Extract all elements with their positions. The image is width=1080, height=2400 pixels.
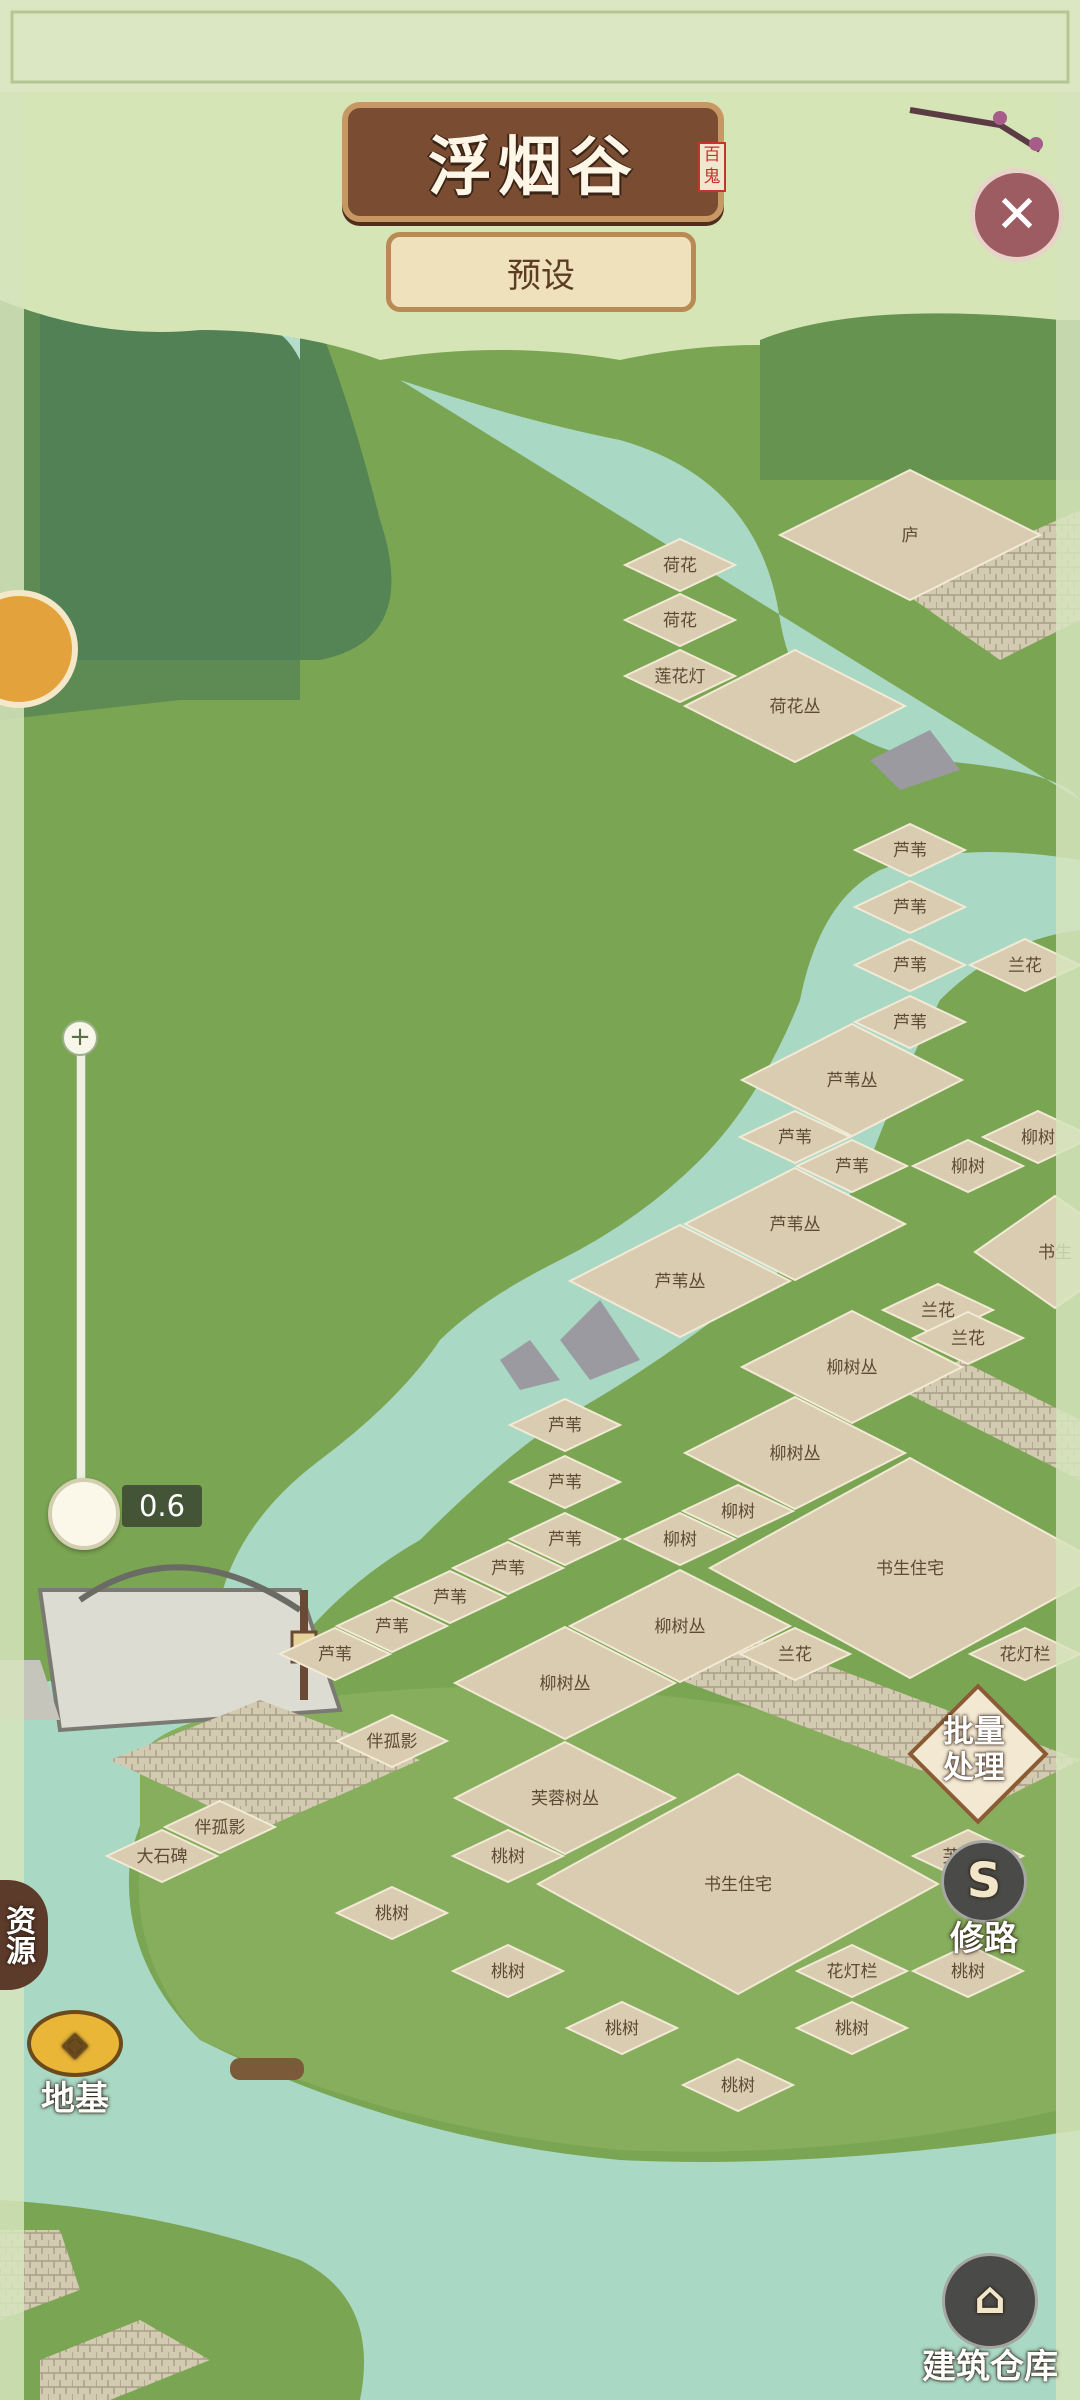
plot-label: 柳树	[663, 1530, 697, 1550]
plot-label: 兰花	[921, 1301, 955, 1321]
plot-label: 荷花丛	[770, 697, 821, 717]
top-frame	[0, 0, 1080, 92]
close-button[interactable]: ✕	[970, 168, 1064, 262]
plot-label: 书生住宅	[704, 1875, 772, 1895]
plot-label: 芦苇	[893, 1013, 927, 1033]
plot-label: 芦苇	[893, 956, 927, 976]
plum-blossom	[1029, 137, 1043, 151]
building-icon: ⌂	[942, 2252, 1038, 2349]
warehouse-label: 建筑仓库	[922, 2346, 1058, 2387]
resources-label: 资源	[0, 1905, 35, 1965]
plot-label: 芦苇	[491, 1559, 525, 1579]
plot-label: 柳树丛	[655, 1617, 706, 1637]
preset-label: 预设	[507, 255, 575, 296]
plot-label: 兰花	[778, 1645, 812, 1665]
right-mist	[1056, 92, 1080, 2400]
floating-log	[230, 2058, 304, 2080]
zoom-slider-track[interactable]	[76, 1036, 86, 1538]
plot-label: 桃树	[835, 2019, 869, 2039]
plot-label: 柳树	[721, 1502, 755, 1522]
plot-label: 芦苇	[778, 1128, 812, 1148]
plot-label: 柳树丛	[770, 1444, 821, 1464]
plum-blossom	[993, 111, 1007, 125]
road-label: 修路	[950, 1919, 1018, 1959]
map-title-plaque: 浮烟谷 百鬼	[342, 102, 726, 222]
plot-label: 花灯栏	[1000, 1645, 1051, 1665]
plot-label: 书生住宅	[876, 1559, 944, 1579]
zoom-value-label: 0.6	[122, 1485, 202, 1527]
map-scene[interactable]: 庐荷花荷花莲花灯荷花丛芦苇芦苇芦苇芦苇兰花芦苇丛芦苇芦苇柳树柳树芦苇丛芦苇丛书生…	[0, 0, 1080, 2400]
plot-label: 芦苇	[548, 1416, 582, 1436]
plot-label: 庐	[902, 526, 919, 546]
plot-label: 荷花	[663, 611, 697, 631]
plot-label: 桃树	[491, 1962, 525, 1982]
plot-label: 伴孤影	[367, 1732, 418, 1752]
plot-label: 柳树丛	[827, 1358, 878, 1378]
batch-label-line2: 处理	[943, 1750, 1005, 1786]
foundation-button[interactable]: ◈ 地基	[20, 2010, 130, 2120]
plot-label: 花灯栏	[827, 1962, 878, 1982]
plot-label: 芦苇丛	[827, 1071, 878, 1091]
preset-button[interactable]: 预设	[386, 232, 696, 312]
plot-label: 兰花	[1008, 956, 1042, 976]
plot-label: 芦苇	[548, 1530, 582, 1550]
plus-icon[interactable]: +	[62, 1020, 98, 1056]
plot-label: 桃树	[605, 2019, 639, 2039]
plot-label: 兰花	[951, 1329, 985, 1349]
plot-label: 柳树	[951, 1157, 985, 1177]
plot-label: 柳树丛	[540, 1674, 591, 1694]
title-seal: 百鬼	[698, 142, 726, 192]
plot-label: 桃树	[721, 2076, 755, 2096]
plot-label: 柳树	[1021, 1128, 1055, 1148]
plot-label: 芦苇	[375, 1617, 409, 1637]
close-icon: ✕	[995, 185, 1039, 245]
plot-label: 芦苇	[893, 898, 927, 918]
plot-label: 伴孤影	[195, 1818, 246, 1838]
plot-label: 荷花	[663, 556, 697, 576]
foundation-icon: ◈	[27, 2010, 123, 2077]
plot-label: 芦苇	[548, 1473, 582, 1493]
plot-label: 芦苇	[433, 1588, 467, 1608]
batch-process-button[interactable]: 批量 处理	[907, 1683, 1049, 1825]
shrubs-right	[760, 313, 1080, 480]
zoom-slider-knob[interactable]	[48, 1478, 120, 1550]
plot-label: 芦苇	[893, 841, 927, 861]
plot-label: 桃树	[951, 1962, 985, 1982]
plot-label: 大石碑	[137, 1847, 188, 1867]
plot-label: 芦苇	[318, 1645, 352, 1665]
foundation-label: 地基	[41, 2079, 109, 2119]
plot-label: 桃树	[491, 1847, 525, 1867]
plot-label: 芦苇丛	[770, 1215, 821, 1235]
map-title: 浮烟谷	[428, 130, 638, 205]
batch-label-line1: 批量	[943, 1714, 1005, 1750]
build-road-button[interactable]: S 修路	[924, 1840, 1044, 1960]
plot-label: 芦苇	[835, 1157, 869, 1177]
building-warehouse-button[interactable]: ⌂ 建筑仓库	[900, 2250, 1080, 2390]
plot-label: 莲花灯	[655, 667, 706, 687]
plot-label: 桃树	[375, 1904, 409, 1924]
plot-label: 芙蓉树丛	[531, 1789, 599, 1809]
plot-label: 芦苇丛	[655, 1272, 706, 1292]
